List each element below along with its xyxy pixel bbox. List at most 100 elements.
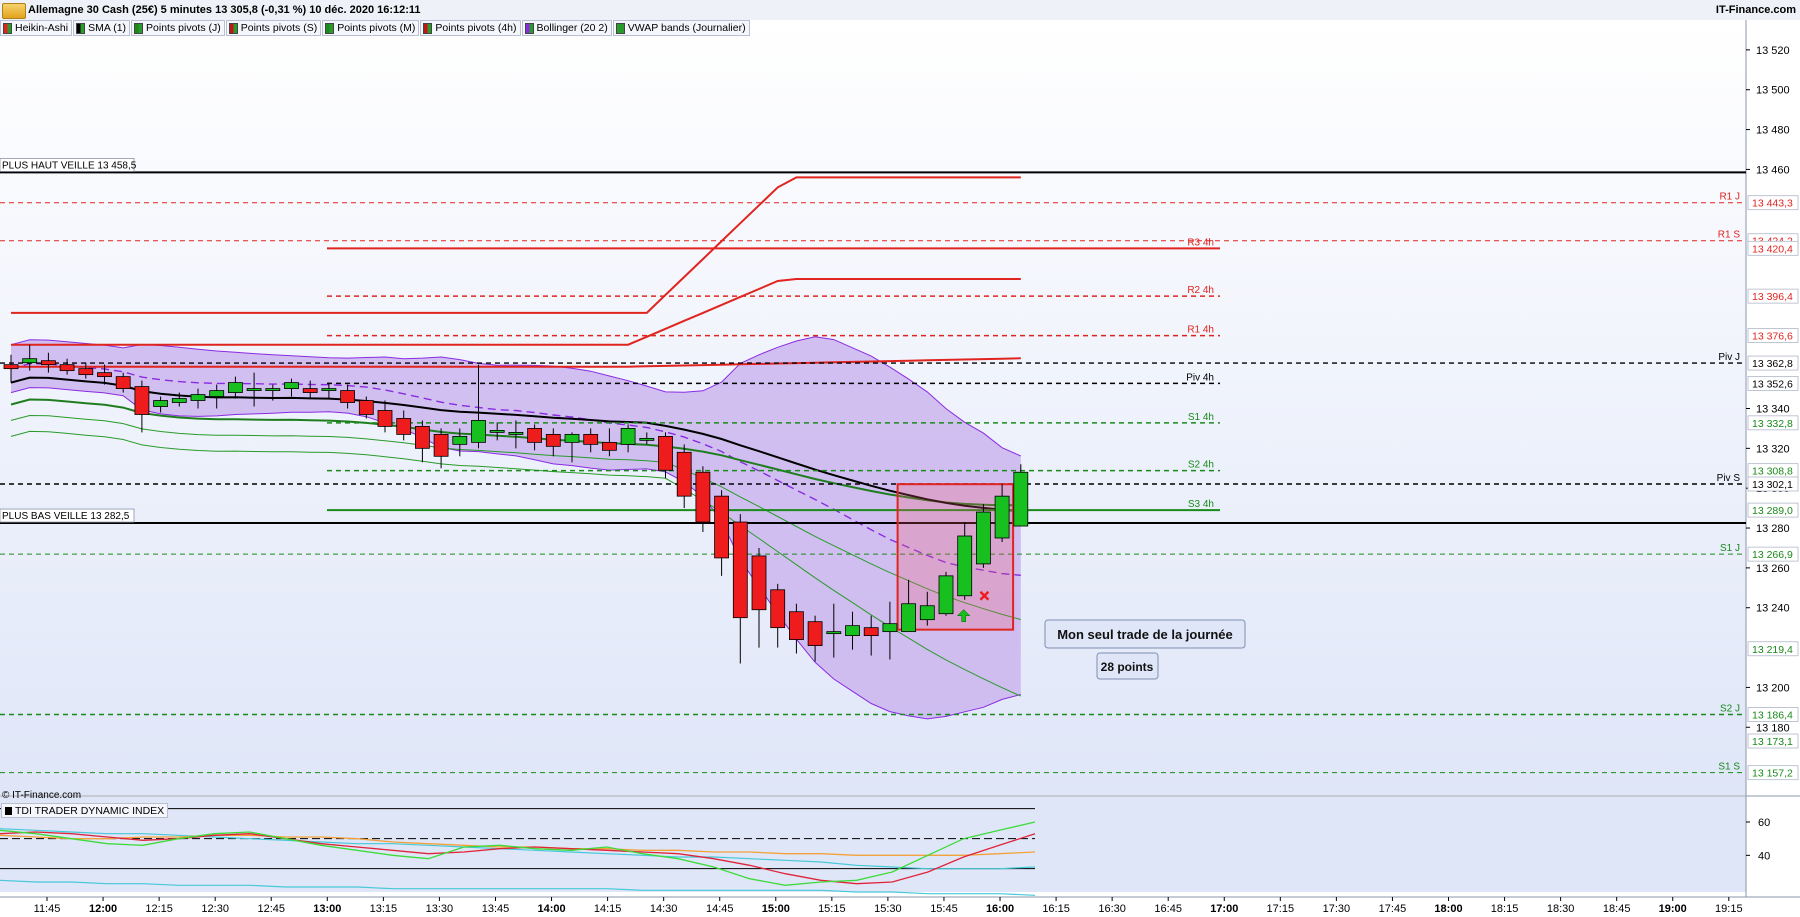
x-tick-label: 12:00 — [89, 903, 117, 915]
candle-body — [3, 364, 19, 370]
level-right-label: R1 S — [1718, 230, 1741, 241]
legend-item[interactable]: Points pivots (4h) — [420, 20, 521, 36]
candle-body — [807, 621, 823, 646]
annotation-trade: Mon seul trade de la journée — [1044, 619, 1246, 649]
tdi-y-tick-label: 40 — [1758, 850, 1770, 862]
legend-swatch-icon — [325, 22, 335, 34]
legend-swatch-icon — [524, 22, 534, 34]
price-tag-label: 13 219,4 — [1752, 644, 1793, 656]
candle-body — [265, 388, 281, 391]
price-tag-label: 13 302,1 — [1752, 479, 1793, 491]
y-tick-label: 13 240 — [1756, 603, 1790, 615]
candle-body — [508, 432, 524, 435]
legend-swatch-icon — [134, 22, 144, 34]
candle-body — [134, 386, 150, 415]
y-tick-label: 13 200 — [1756, 682, 1790, 694]
price-tag: 13 352,6 — [1747, 375, 1799, 391]
legend-swatch-icon — [423, 22, 433, 34]
candle-body — [994, 495, 1010, 539]
price-tag-label: 13 308,8 — [1752, 466, 1793, 478]
x-tick-label: 18:00 — [1434, 903, 1462, 915]
level-right-label: S1 J — [1720, 543, 1740, 554]
legend-swatch-icon — [615, 22, 625, 34]
candle-body — [433, 433, 449, 457]
candle-body — [1013, 471, 1029, 527]
legend-item[interactable]: Heikin-Ashi — [0, 20, 73, 36]
y-tick-label: 13 320 — [1756, 443, 1790, 455]
window-title: Allemagne 30 Cash (25€) 5 minutes 13 305… — [28, 4, 421, 16]
x-tick-label: 17:15 — [1267, 903, 1295, 915]
tdi-title: TDI TRADER DYNAMIC INDEX — [1, 803, 169, 818]
legend-item[interactable]: Points pivots (M) — [322, 20, 420, 36]
x-tick-label: 17:30 — [1323, 903, 1351, 915]
legend-item[interactable]: SMA (1) — [73, 20, 131, 36]
candle-body — [882, 623, 898, 633]
x-tick-label: 13:15 — [370, 903, 398, 915]
x-tick-label: 18:30 — [1547, 903, 1575, 915]
candle-body — [620, 428, 636, 445]
y-tick-label: 13 500 — [1756, 85, 1790, 97]
candle-body — [358, 400, 374, 415]
x-tick-label: 16:00 — [986, 903, 1014, 915]
tdi-plot-area — [0, 797, 1746, 892]
legend-swatch-icon — [3, 22, 12, 34]
candle-body — [826, 631, 842, 635]
candle-body — [321, 388, 337, 391]
level-left-label: PLUS BAS VEILLE 13 282,5 — [2, 511, 130, 522]
x-tick-label: 12:15 — [145, 903, 173, 915]
legend-item[interactable]: Points pivots (J) — [131, 20, 225, 36]
x-tick-label: 16:30 — [1098, 903, 1126, 915]
level-left-tag: PLUS BAS VEILLE 13 282,5 — [0, 508, 135, 523]
level-right-label: Piv J — [1718, 352, 1740, 363]
x-tick-label: 16:15 — [1042, 903, 1070, 915]
candle-body — [714, 495, 729, 559]
price-tag: 13 443,3 — [1747, 195, 1799, 211]
pivot-4h-label: S1 4h — [1188, 412, 1214, 423]
candle-body — [489, 430, 505, 433]
legend-label: VWAP bands (Journalier) — [627, 22, 746, 34]
price-tag-label: 13 420,4 — [1752, 243, 1793, 255]
candle-body — [153, 400, 169, 407]
x-tick-label: 13:45 — [482, 903, 510, 915]
price-tag: 13 420,4 — [1747, 240, 1799, 256]
price-tag: 13 173,1 — [1747, 733, 1799, 749]
legend-swatch-icon — [228, 22, 238, 34]
brand-label: IT-Finance.com — [1715, 4, 1796, 16]
candle-body — [976, 511, 991, 565]
price-tag: 13 266,9 — [1747, 546, 1799, 562]
candle-body — [227, 382, 243, 393]
legend-item[interactable]: VWAP bands (Journalier) — [612, 20, 750, 36]
candle-body — [452, 435, 468, 445]
candle-body — [284, 382, 299, 389]
x-tick-label: 13:30 — [426, 903, 454, 915]
price-tag-label: 13 266,9 — [1752, 549, 1793, 561]
legend-label: Points pivots (S) — [240, 22, 318, 34]
candle-body — [938, 575, 954, 615]
price-tag: 13 219,4 — [1747, 641, 1799, 657]
legend-item[interactable]: Bollinger (20 2) — [521, 20, 612, 36]
candle-body — [901, 603, 916, 633]
legend-label: Points pivots (M) — [337, 22, 416, 34]
legend-item[interactable]: Points pivots (S) — [225, 20, 322, 36]
price-tag-label: 13 157,2 — [1752, 768, 1793, 780]
price-tag-label: 13 332,8 — [1752, 418, 1793, 430]
candle-body — [919, 605, 935, 621]
candle — [695, 466, 711, 533]
price-chart[interactable]: PLUS HAUT VEILLE 13 458,5 R1 J R1 S Piv J Pi… — [0, 20, 1800, 917]
x-tick-label: 18:15 — [1491, 903, 1519, 915]
x-tick-label: 17:00 — [1210, 903, 1238, 915]
x-tick-label: 17:45 — [1379, 903, 1407, 915]
legend-label: SMA (1) — [88, 22, 127, 34]
y-tick-label: 13 280 — [1756, 523, 1790, 535]
candle — [1013, 464, 1029, 527]
candle-body — [471, 420, 486, 443]
legend-label: Bollinger (20 2) — [536, 22, 608, 34]
candle-body — [41, 360, 56, 366]
title-bar: Allemagne 30 Cash (25€) 5 minutes 13 305… — [0, 0, 1800, 21]
price-tag: 13 186,4 — [1747, 707, 1799, 722]
tdi-y-tick-label: 60 — [1758, 817, 1770, 829]
x-tick-label: 15:00 — [762, 903, 790, 915]
indicator-legend: Heikin-Ashi SMA (1) Points pivots (J) Point… — [0, 20, 751, 36]
y-tick-label: 13 180 — [1756, 722, 1790, 734]
price-tag-label: 13 396,4 — [1752, 291, 1793, 303]
